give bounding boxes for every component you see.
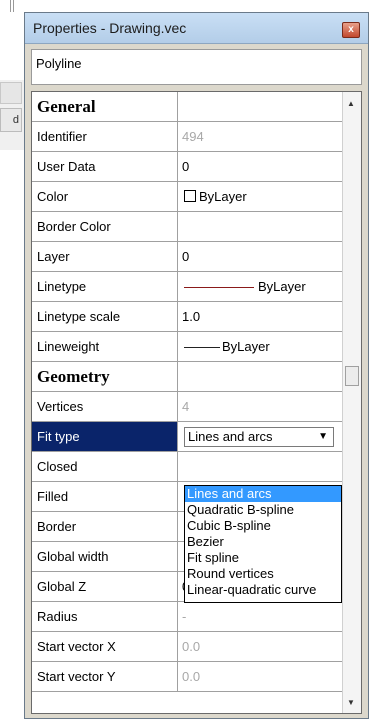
property-name: Linetype scale	[32, 302, 178, 331]
property-name: Start vector X	[32, 632, 178, 661]
property-name: User Data	[32, 152, 178, 181]
property-value[interactable]: ByLayer	[178, 332, 342, 361]
fit-type-dropdown-list: Lines and arcs Quadratic B-spline Cubic B-…	[184, 485, 342, 603]
window-title: Properties - Drawing.vec	[33, 20, 187, 36]
property-row-start-vector-y[interactable]: Start vector Y 0.0	[32, 662, 342, 692]
property-value[interactable]: ByLayer	[178, 182, 342, 211]
fit-type-combobox[interactable]: Lines and arcs ▼	[184, 427, 334, 447]
property-name: Global width	[32, 542, 178, 571]
object-type-label: Polyline	[36, 56, 82, 71]
dropdown-option[interactable]: Round vertices	[185, 566, 341, 582]
property-name: Layer	[32, 242, 178, 271]
color-swatch	[184, 190, 196, 202]
property-value-text: 0.0	[182, 669, 201, 684]
properties-window: Properties - Drawing.vec x Polyline Gene…	[24, 12, 369, 719]
background-vertical-line	[10, 0, 14, 12]
property-value-text: 0	[182, 249, 190, 264]
background-tab-2[interactable]: d	[0, 108, 22, 132]
dropdown-option[interactable]: Lines and arcs	[185, 486, 341, 502]
combobox-value: Lines and arcs	[188, 429, 273, 444]
property-row-linetype-scale[interactable]: Linetype scale 1.0	[32, 302, 342, 332]
property-row-color[interactable]: Color ByLayer	[32, 182, 342, 212]
property-row-lineweight[interactable]: Lineweight ByLayer	[32, 332, 342, 362]
property-value[interactable]: 0.0	[178, 632, 342, 661]
property-value[interactable]: 4	[178, 392, 342, 421]
property-value-text: 1.0	[182, 309, 201, 324]
property-name: Border	[32, 512, 178, 541]
category-label: General	[32, 92, 178, 121]
property-row-vertices[interactable]: Vertices 4	[32, 392, 342, 422]
property-value-text: ByLayer	[199, 189, 247, 204]
scroll-thumb[interactable]	[345, 366, 359, 386]
property-value[interactable]: ByLayer	[178, 272, 342, 301]
property-row-identifier[interactable]: Identifier 494	[32, 122, 342, 152]
property-name: Identifier	[32, 122, 178, 151]
line-sample	[184, 287, 254, 289]
property-name: Border Color	[32, 212, 178, 241]
category-row-geometry[interactable]: Geometry	[32, 362, 342, 392]
property-value[interactable]: 0.0	[178, 662, 342, 691]
property-value-text: ByLayer	[222, 339, 270, 354]
property-name: Closed	[32, 452, 178, 481]
property-value[interactable]: 494	[178, 122, 342, 151]
property-name: Lineweight	[32, 332, 178, 361]
property-value[interactable]: 0	[178, 242, 342, 271]
property-row-fit-type[interactable]: Fit type Lines and arcs ▼	[32, 422, 342, 452]
dropdown-option[interactable]: Fit spline	[185, 550, 341, 566]
dropdown-option[interactable]: Cubic B-spline	[185, 518, 341, 534]
property-name: Color	[32, 182, 178, 211]
chevron-down-icon[interactable]: ▼	[318, 428, 328, 446]
property-value-text: 494	[182, 129, 204, 144]
property-value-text: ByLayer	[258, 279, 306, 294]
property-value-text: 0	[182, 159, 190, 174]
property-row-start-vector-x[interactable]: Start vector X 0.0	[32, 632, 342, 662]
property-name: Start vector Y	[32, 662, 178, 691]
property-value[interactable]: 1.0	[178, 302, 342, 331]
close-button[interactable]: x	[342, 22, 360, 38]
property-name: Fit type	[32, 422, 178, 451]
property-grid: General Identifier 494 User Data 0 Color ByLay…	[31, 91, 362, 714]
property-name: Global Z	[32, 572, 178, 601]
property-value	[178, 92, 342, 121]
object-type-box[interactable]: Polyline	[31, 49, 362, 85]
background-tab[interactable]	[0, 82, 22, 104]
vertical-scrollbar[interactable]: ▲ ▼	[342, 92, 361, 713]
line-sample	[184, 347, 220, 349]
dropdown-option[interactable]: Quadratic B-spline	[185, 502, 341, 518]
title-bar[interactable]: Properties - Drawing.vec x	[25, 13, 368, 44]
property-row-border-color[interactable]: Border Color	[32, 212, 342, 242]
property-value	[178, 362, 342, 391]
scroll-up-icon[interactable]: ▲	[347, 99, 355, 108]
property-row-radius[interactable]: Radius -	[32, 602, 342, 632]
property-row-closed[interactable]: Closed	[32, 452, 342, 482]
property-value[interactable]: -	[178, 602, 342, 631]
property-row-linetype[interactable]: Linetype ByLayer	[32, 272, 342, 302]
property-value-text: -	[182, 609, 187, 624]
dropdown-option[interactable]: Linear-quadratic curve	[185, 582, 341, 598]
property-row-user-data[interactable]: User Data 0	[32, 152, 342, 182]
property-row-layer[interactable]: Layer 0	[32, 242, 342, 272]
property-name: Vertices	[32, 392, 178, 421]
category-label: Geometry	[32, 362, 178, 391]
property-value[interactable]	[178, 212, 342, 241]
close-icon: x	[348, 24, 354, 35]
property-value[interactable]: 0	[178, 152, 342, 181]
property-name: Radius	[32, 602, 178, 631]
property-name: Filled	[32, 482, 178, 511]
property-value-text: 4	[182, 399, 190, 414]
category-row-general[interactable]: General	[32, 92, 342, 122]
property-value-text: 0.0	[182, 639, 201, 654]
scroll-down-icon[interactable]: ▼	[347, 698, 355, 707]
property-value[interactable]	[178, 452, 342, 481]
property-name: Linetype	[32, 272, 178, 301]
dropdown-option[interactable]: Bezier	[185, 534, 341, 550]
